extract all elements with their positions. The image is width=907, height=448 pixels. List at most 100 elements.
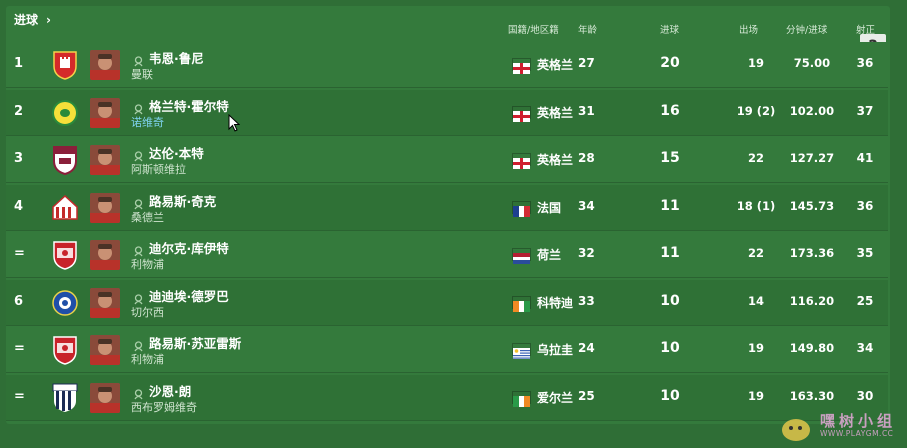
player-name-link[interactable]: 迪尔克·库伊特 bbox=[149, 238, 229, 257]
nation-name[interactable]: 乌拉圭 bbox=[537, 341, 573, 358]
player-photo[interactable] bbox=[90, 287, 120, 318]
club-name-link[interactable]: 利物浦 bbox=[131, 256, 164, 272]
shortlist-pin-icon[interactable] bbox=[133, 100, 144, 114]
shots-on-target: 30 bbox=[856, 388, 874, 403]
nation-name[interactable]: 科特迪 bbox=[537, 294, 573, 311]
minutes-per-goal: 102.00 bbox=[789, 103, 835, 118]
player-photo[interactable] bbox=[90, 335, 120, 365]
red-shield-icon[interactable] bbox=[52, 50, 78, 80]
player-age: 32 bbox=[578, 246, 595, 260]
minutes-per-goal: 75.00 bbox=[793, 56, 831, 70]
rank: = bbox=[14, 388, 25, 404]
club-name-link[interactable]: 阿斯顿维拉 bbox=[131, 161, 186, 177]
column-header-minutes-per-goal[interactable]: 分钟/进球 bbox=[786, 22, 827, 36]
watermark-url: WWW.PLAYGM.CC bbox=[820, 429, 894, 438]
player-photo[interactable] bbox=[90, 192, 120, 223]
shortlist-pin-icon[interactable] bbox=[133, 147, 144, 162]
minutes-per-goal: 173.36 bbox=[789, 246, 835, 260]
goals-count: 10 bbox=[660, 340, 680, 356]
minutes-per-goal: 127.27 bbox=[789, 151, 835, 165]
nation-name[interactable]: 英格兰 bbox=[537, 151, 573, 168]
table-row[interactable]: = 迪尔克·库伊特 利物浦 荷兰 32 11 22 173.36 35 bbox=[6, 232, 888, 278]
column-header-nation[interactable]: 国籍/地区籍 bbox=[508, 22, 559, 36]
club-name-link[interactable]: 西布罗姆维奇 bbox=[131, 399, 197, 415]
club-name-link[interactable]: 曼联 bbox=[131, 66, 153, 82]
player-age: 27 bbox=[578, 56, 595, 70]
shortlist-pin-icon[interactable] bbox=[133, 242, 144, 257]
shots-on-target: 35 bbox=[856, 246, 874, 260]
rank: 1 bbox=[14, 56, 24, 71]
mouse-pointer-icon bbox=[228, 113, 241, 132]
nation-name[interactable]: 英格兰 bbox=[537, 104, 573, 121]
column-header-age[interactable]: 年龄 bbox=[578, 22, 597, 36]
nation-flag-icon bbox=[512, 58, 531, 74]
nation-flag-icon bbox=[512, 105, 531, 122]
appearances: 19 (2) bbox=[736, 103, 776, 118]
player-age: 24 bbox=[578, 341, 595, 355]
player-photo[interactable] bbox=[90, 240, 120, 270]
table-row[interactable]: 6 迪迪埃·德罗巴 切尔西 科特迪 33 10 14 116.20 25 bbox=[6, 279, 888, 326]
player-photo[interactable] bbox=[90, 97, 120, 128]
maroon-shield-icon[interactable] bbox=[52, 145, 78, 176]
nation-flag-icon bbox=[512, 343, 531, 359]
club-name-link[interactable]: 利物浦 bbox=[131, 351, 164, 367]
rank: 3 bbox=[14, 151, 24, 166]
player-age: 25 bbox=[578, 388, 595, 403]
red-white-ship-icon[interactable] bbox=[52, 193, 78, 223]
shortlist-pin-icon[interactable] bbox=[133, 290, 144, 304]
shortlist-pin-icon[interactable] bbox=[133, 385, 144, 399]
club-name-link[interactable]: 桑德兰 bbox=[131, 209, 164, 225]
watermark-text: 嘿树小组 bbox=[820, 412, 897, 430]
column-header-apps[interactable]: 出场 bbox=[739, 22, 758, 36]
player-name-link[interactable]: 韦恩·鲁尼 bbox=[149, 48, 204, 67]
nation-flag-icon bbox=[512, 200, 531, 217]
player-name-link[interactable]: 格兰特·霍尔特 bbox=[149, 96, 229, 115]
player-name-link[interactable]: 路易斯·奇克 bbox=[149, 191, 216, 210]
nation-flag-icon bbox=[512, 390, 531, 407]
shortlist-pin-icon[interactable] bbox=[133, 337, 144, 352]
section-title: 进球 bbox=[14, 13, 39, 27]
shots-on-target: 37 bbox=[856, 103, 874, 118]
rank: = bbox=[14, 246, 25, 261]
blue-round-badge-icon[interactable] bbox=[52, 288, 78, 318]
player-name-link[interactable]: 达伦·本特 bbox=[149, 143, 204, 162]
table-header: 进球 › 国籍/地区籍 年龄 进球 出场 分钟/进球 射正 bbox=[0, 0, 907, 40]
section-title-link[interactable]: 进球 › bbox=[14, 11, 51, 28]
nation-name[interactable]: 法国 bbox=[537, 199, 561, 216]
player-photo[interactable] bbox=[90, 382, 120, 413]
minutes-per-goal: 149.80 bbox=[789, 341, 835, 355]
table-row[interactable]: 3 达伦·本特 阿斯顿维拉 英格兰 28 15 22 127.27 41 bbox=[6, 137, 888, 183]
shots-on-target: 25 bbox=[856, 293, 874, 308]
table-row[interactable]: 4 路易斯·奇克 桑德兰 法国 34 11 18 (1) 145.73 36 bbox=[6, 184, 888, 231]
goals-count: 10 bbox=[660, 292, 680, 309]
shots-on-target: 36 bbox=[856, 198, 874, 213]
nation-name[interactable]: 英格兰 bbox=[537, 56, 573, 73]
player-photo[interactable] bbox=[90, 50, 120, 80]
player-name-link[interactable]: 沙恩·朗 bbox=[149, 381, 191, 400]
table-row[interactable]: = 路易斯·苏亚雷斯 利物浦 乌拉圭 24 10 19 149.80 34 bbox=[6, 327, 888, 373]
column-header-goals[interactable]: 进球 bbox=[660, 22, 679, 36]
club-name-link[interactable]: 切尔西 bbox=[131, 304, 164, 320]
nation-name[interactable]: 爱尔兰 bbox=[537, 389, 573, 406]
player-age: 33 bbox=[578, 293, 595, 308]
albion-striped-shield-icon[interactable] bbox=[52, 383, 78, 413]
yellow-canary-icon[interactable] bbox=[52, 98, 78, 128]
shots-on-target: 34 bbox=[856, 341, 874, 355]
rank: = bbox=[14, 341, 25, 356]
table-row[interactable]: = 沙恩·朗 西布罗姆维奇 爱尔兰 25 10 19 163.30 30 bbox=[6, 374, 888, 421]
minutes-per-goal: 145.73 bbox=[789, 198, 835, 213]
shots-on-target: 41 bbox=[856, 151, 874, 165]
nation-name[interactable]: 荷兰 bbox=[537, 246, 561, 263]
appearances: 18 (1) bbox=[736, 198, 776, 213]
red-liverbird-shield-icon[interactable] bbox=[52, 335, 78, 365]
table-row[interactable]: 1 韦恩·鲁尼 曼联 英格兰 27 20 19 75.00 36 bbox=[6, 42, 888, 88]
minutes-per-goal: 116.20 bbox=[789, 293, 835, 308]
shortlist-pin-icon[interactable] bbox=[133, 195, 144, 209]
shortlist-pin-icon[interactable] bbox=[133, 52, 144, 67]
red-liverbird-shield-icon[interactable] bbox=[52, 240, 78, 270]
club-name-link[interactable]: 诺维奇 bbox=[131, 114, 164, 130]
player-photo[interactable] bbox=[90, 145, 120, 175]
player-name-link[interactable]: 迪迪埃·德罗巴 bbox=[149, 286, 229, 305]
table-row[interactable]: 2 格兰特·霍尔特 诺维奇 英格兰 31 16 19 (2) 102.00 37 bbox=[6, 89, 888, 136]
player-name-link[interactable]: 路易斯·苏亚雷斯 bbox=[149, 333, 241, 352]
